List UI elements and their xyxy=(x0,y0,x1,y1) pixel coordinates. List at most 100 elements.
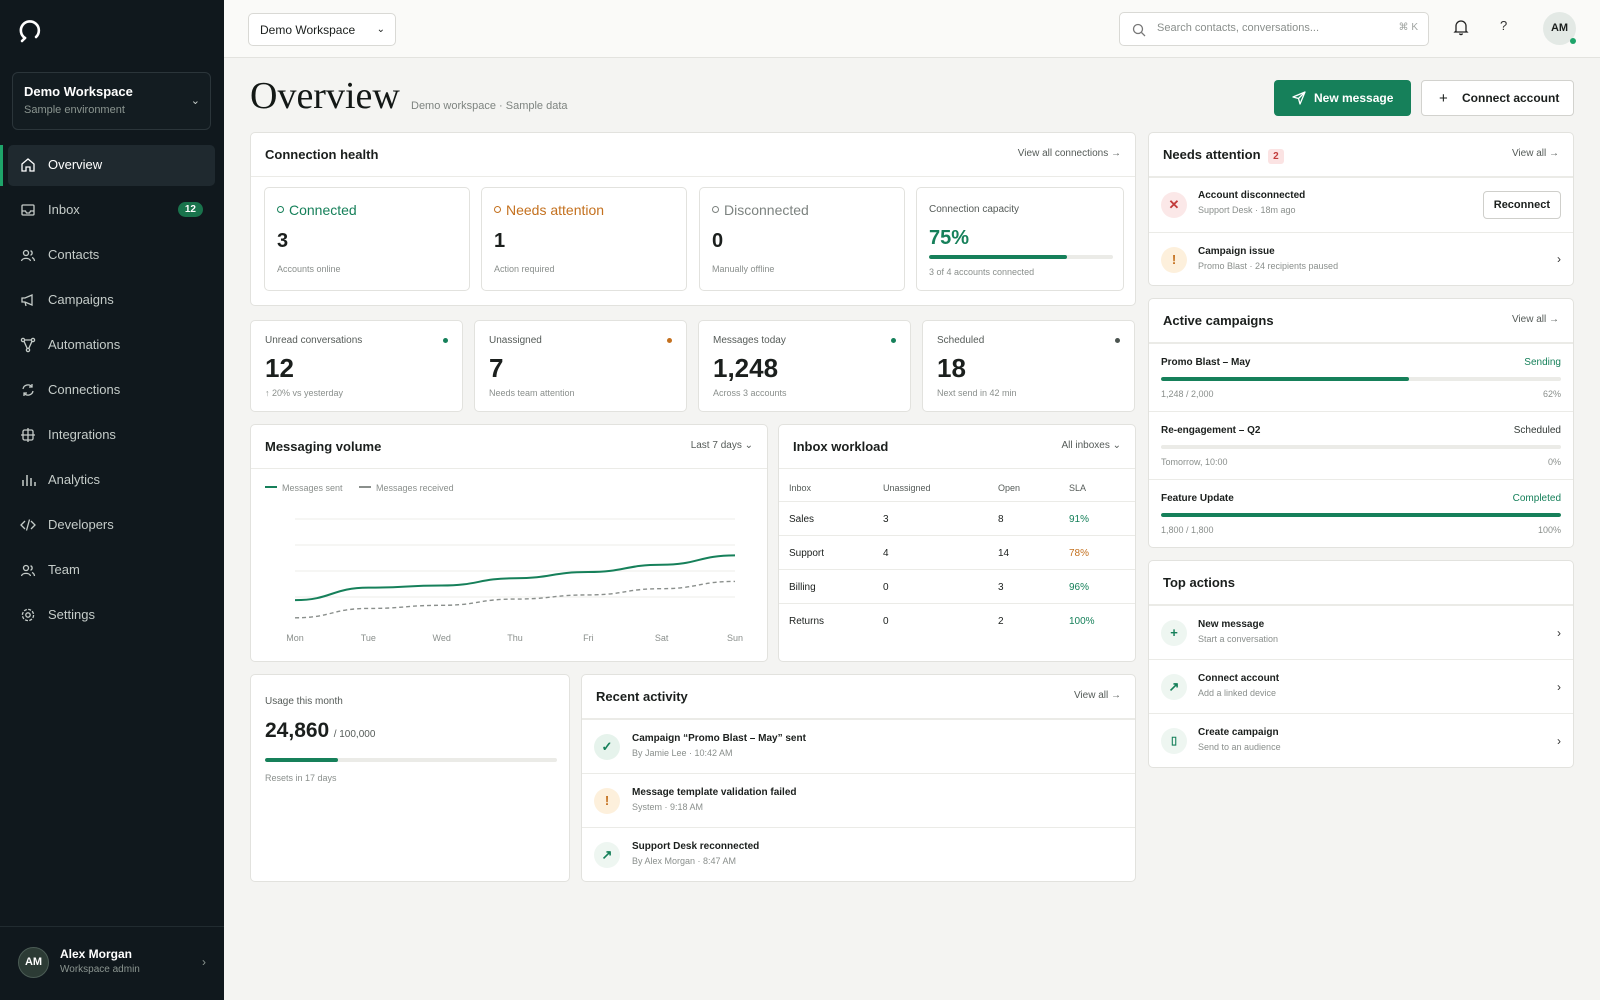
stat-unread-conversations[interactable]: Unread conversations 12 ↑ 20% vs yesterd… xyxy=(250,320,463,412)
cell-sla: 91% xyxy=(1069,514,1090,525)
sidebar-item-analytics[interactable]: Analytics xyxy=(8,460,215,501)
capacity-progress-fill xyxy=(929,255,1067,259)
connected-tile: Connected 3 Accounts online xyxy=(264,187,470,291)
campaign-name: Re-engagement – Q2 xyxy=(1161,425,1261,436)
connect-account-button[interactable]: + Connect account xyxy=(1421,80,1574,116)
stat-unassigned[interactable]: Unassigned 7 Needs team attention xyxy=(474,320,687,412)
sidebar-item-overview[interactable]: Overview xyxy=(0,145,215,186)
column-header: Open xyxy=(998,483,1021,493)
view-all-attention-link[interactable]: View all → xyxy=(1512,148,1559,159)
grid-icon xyxy=(21,428,35,442)
tile-sub: Accounts online xyxy=(277,264,341,274)
view-all-connections-link[interactable]: View all connections → xyxy=(1018,148,1121,159)
sidebar-item-inbox[interactable]: Inbox 12 xyxy=(8,190,215,231)
gear-icon xyxy=(21,608,35,622)
stat-label: Messages today xyxy=(713,335,786,346)
card-title: Inbox workload xyxy=(793,439,889,454)
card-header: Needs attention 2 View all → xyxy=(1149,133,1573,177)
cell-unassigned: 0 xyxy=(883,616,889,627)
sidebar-item-campaigns[interactable]: Campaigns xyxy=(8,280,215,321)
usage-sub: Resets in 17 days xyxy=(265,773,337,783)
campaign-percent: 0% xyxy=(1547,457,1561,467)
tile-label-text: Needs attention xyxy=(506,202,605,218)
activity-item[interactable]: ↗ Support Desk reconnected By Alex Morga… xyxy=(582,827,1135,881)
action-connect-account[interactable]: ↗ Connect account Add a linked device › xyxy=(1149,659,1573,713)
sidebar-item-team[interactable]: Team xyxy=(8,550,215,591)
campaign-progress: 1,800 / 1,800 xyxy=(1161,525,1214,535)
chevron-right-icon: › xyxy=(1557,680,1561,694)
stat-messages-today[interactable]: Messages today 1,248 Across 3 accounts xyxy=(698,320,911,412)
usage-progress-bar xyxy=(265,758,557,762)
new-message-label: New message xyxy=(1314,91,1394,105)
capacity-tile: Connection capacity 75% 3 of 4 accounts … xyxy=(916,187,1124,291)
attention-item[interactable]: ✕ Account disconnected Support Desk · 18… xyxy=(1149,177,1573,232)
user-menu[interactable]: AM Alex Morgan Workspace admin › xyxy=(0,926,224,1000)
attention-title: Account disconnected xyxy=(1198,190,1306,201)
workspace-switcher[interactable]: Demo Workspace Sample environment ⌄ xyxy=(12,72,211,130)
home-icon xyxy=(21,158,35,172)
sidebar-item-connections[interactable]: Connections xyxy=(8,370,215,411)
action-title: Connect account xyxy=(1198,673,1280,684)
sidebar-item-settings[interactable]: Settings xyxy=(8,595,215,636)
cell-inbox: Returns xyxy=(789,616,825,627)
sidebar-item-label: Campaigns xyxy=(48,292,114,307)
card-title: Messaging volume xyxy=(265,439,382,454)
arrow-up-right-icon: ↗ xyxy=(594,842,620,868)
campaign-row[interactable]: Feature Update Completed 1,800 / 1,800 1… xyxy=(1149,479,1573,547)
sidebar-item-automations[interactable]: Automations xyxy=(8,325,215,366)
avatar: AM xyxy=(18,947,49,978)
sidebar-item-developers[interactable]: Developers xyxy=(8,505,215,546)
campaign-row[interactable]: Promo Blast – May Sending 1,248 / 2,000 … xyxy=(1149,343,1573,411)
search-input[interactable]: Search contacts, conversations... ⌘ K xyxy=(1119,12,1429,46)
card-header: Messaging volume Last 7 days ⌄ xyxy=(251,425,767,469)
connect-account-label: Connect account xyxy=(1462,91,1560,105)
tile-value: 1 xyxy=(494,230,506,252)
view-all-campaigns-link[interactable]: View all → xyxy=(1512,314,1559,325)
sidebar-item-integrations[interactable]: Integrations xyxy=(8,415,215,456)
sidebar-item-contacts[interactable]: Contacts xyxy=(8,235,215,276)
close-icon: ✕ xyxy=(1161,192,1187,218)
logo-icon[interactable] xyxy=(16,16,44,44)
chevron-right-icon: › xyxy=(1557,626,1561,640)
search-icon xyxy=(1132,23,1146,37)
reconnect-button[interactable]: Reconnect xyxy=(1482,191,1561,219)
plus-icon: + xyxy=(1439,90,1448,107)
attention-item[interactable]: ! Campaign issue Promo Blast · 24 recipi… xyxy=(1149,232,1573,286)
user-name: Alex Morgan xyxy=(60,947,133,961)
cell-open: 2 xyxy=(998,616,1004,627)
new-message-button[interactable]: New message xyxy=(1274,80,1411,116)
campaign-row[interactable]: Re-engagement – Q2 Scheduled Tomorrow, 1… xyxy=(1149,411,1573,479)
view-all-activity-link[interactable]: View all → xyxy=(1074,690,1121,701)
help-icon[interactable]: ? xyxy=(1500,18,1507,33)
capacity-sub: 3 of 4 accounts connected xyxy=(929,267,1035,277)
stat-scheduled[interactable]: Scheduled 18 Next send in 42 min xyxy=(922,320,1135,412)
capacity-label: Connection capacity xyxy=(929,204,1020,215)
inbox-filter-select[interactable]: All inboxes ⌄ xyxy=(1061,440,1121,451)
action-create-campaign[interactable]: ▯ Create campaign Send to an audience › xyxy=(1149,713,1573,767)
usage-total: / 100,000 xyxy=(333,729,376,740)
activity-item[interactable]: ✓ Campaign “Promo Blast – May” sent By J… xyxy=(582,719,1135,773)
capacity-progress-bar xyxy=(929,255,1113,259)
campaign-progress-fill xyxy=(1161,513,1561,517)
table-row[interactable]: Support 4 14 78% xyxy=(779,535,1135,569)
cell-inbox: Billing xyxy=(789,582,816,593)
search-placeholder: Search contacts, conversations... xyxy=(1157,22,1320,34)
active-campaigns-card: Active campaigns View all → Promo Blast … xyxy=(1148,298,1574,548)
range-select[interactable]: Last 7 days ⌄ xyxy=(691,440,753,451)
workspace-select[interactable]: Demo Workspace ⌄ xyxy=(248,13,396,46)
card-header: Connection health View all connections → xyxy=(251,133,1135,177)
status-dot xyxy=(443,338,448,343)
stat-value: 12 xyxy=(265,353,294,383)
x-tick-label: Sun xyxy=(727,633,743,643)
cell-unassigned: 3 xyxy=(883,514,889,525)
activity-item[interactable]: ! Message template validation failed Sys… xyxy=(582,773,1135,827)
table-row[interactable]: Billing 0 3 96% xyxy=(779,569,1135,603)
table-row[interactable]: Returns 0 2 100% xyxy=(779,603,1135,637)
table-row[interactable]: Sales 3 8 91% xyxy=(779,501,1135,535)
card-header: Inbox workload All inboxes ⌄ xyxy=(779,425,1135,469)
action-new-message[interactable]: + New message Start a conversation › xyxy=(1149,605,1573,659)
bell-icon[interactable] xyxy=(1452,18,1470,36)
sidebar-item-label: Overview xyxy=(48,157,103,172)
status-dot xyxy=(1115,338,1120,343)
avatar[interactable]: AM xyxy=(1543,12,1576,45)
